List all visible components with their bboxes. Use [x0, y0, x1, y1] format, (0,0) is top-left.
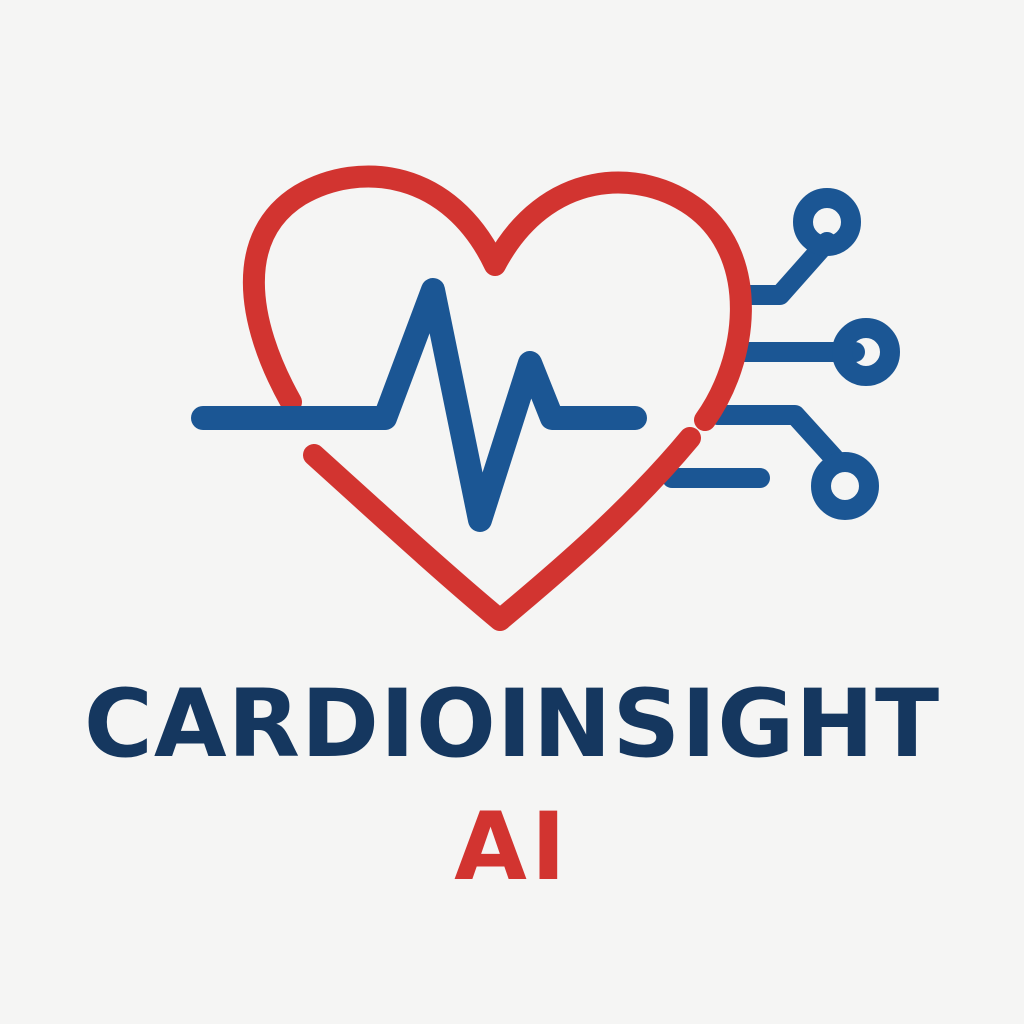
brand-suffix: AI	[454, 793, 570, 902]
logo-mark	[191, 165, 900, 631]
heart-icon	[242, 165, 752, 631]
circuit-traces-icon	[662, 188, 900, 520]
logo-canvas: CARDIOINSIGHT AI	[0, 0, 1024, 1024]
brand-name: CARDIOINSIGHT	[83, 670, 941, 779]
circuit-node-bottom	[811, 452, 879, 520]
circuit-node-top	[793, 188, 861, 256]
circuit-node-middle	[832, 318, 900, 386]
